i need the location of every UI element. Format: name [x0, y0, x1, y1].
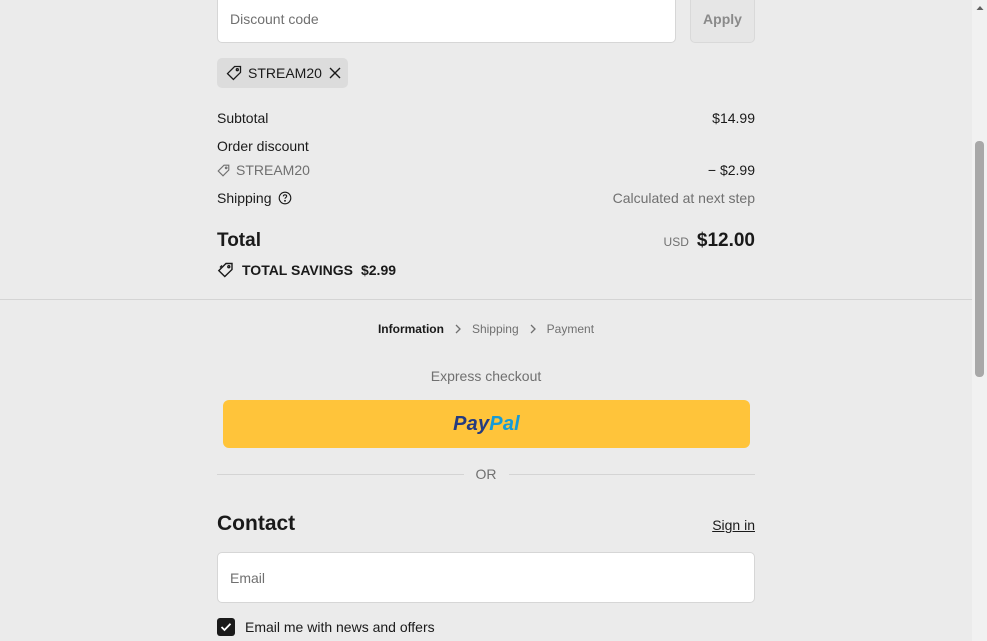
- paypal-button[interactable]: Pay Pal: [223, 400, 750, 448]
- scroll-up-arrow-icon[interactable]: [972, 0, 987, 15]
- total-row: Total USD $12.00: [217, 230, 755, 252]
- contact-title: Contact: [217, 512, 296, 535]
- total-label: Total: [217, 230, 261, 251]
- breadcrumb-shipping[interactable]: Shipping: [472, 322, 519, 336]
- contact-header: Contact Sign in: [217, 512, 755, 536]
- section-divider: [0, 299, 972, 300]
- tag-icon: [217, 164, 230, 177]
- breadcrumb-payment[interactable]: Payment: [547, 322, 594, 336]
- savings-tag-icon: [217, 262, 234, 278]
- chevron-right-icon: [529, 324, 537, 334]
- applied-discount-code: STREAM20: [248, 65, 322, 81]
- scrollbar-thumb[interactable]: [975, 141, 984, 377]
- paypal-logo-part1: Pay: [453, 412, 490, 435]
- shipping-row: Shipping Calculated at next step: [217, 190, 755, 206]
- divider-line: [508, 473, 755, 475]
- sign-in-link[interactable]: Sign in: [712, 517, 755, 533]
- currency-code: USD: [663, 235, 689, 249]
- subtotal-row: Subtotal $14.99: [217, 110, 755, 126]
- discount-code-label: STREAM20: [236, 162, 310, 178]
- chevron-right-icon: [454, 324, 462, 334]
- order-discount-label: Order discount: [217, 138, 309, 154]
- discount-detail-row: STREAM20 − $2.99: [217, 162, 755, 178]
- express-checkout-label: Express checkout: [430, 368, 542, 384]
- newsletter-label: Email me with news and offers: [245, 619, 435, 635]
- paypal-logo-part2: Pal: [489, 412, 520, 435]
- newsletter-checkbox[interactable]: [217, 618, 235, 636]
- order-discount-row: Order discount: [217, 138, 755, 154]
- discount-code-placeholder: Discount code: [230, 10, 319, 27]
- shipping-label: Shipping: [217, 190, 272, 206]
- help-icon[interactable]: [278, 191, 292, 205]
- discount-code-input[interactable]: Discount code: [217, 0, 676, 43]
- or-divider: OR: [217, 466, 755, 482]
- discount-value: − $2.99: [707, 162, 755, 178]
- shipping-value: Calculated at next step: [612, 190, 755, 206]
- newsletter-option[interactable]: Email me with news and offers: [217, 618, 435, 636]
- applied-discount-chip: STREAM20: [217, 58, 348, 88]
- subtotal-value: $14.99: [712, 110, 755, 126]
- total-savings: TOTAL SAVINGS $2.99: [217, 262, 396, 278]
- breadcrumb-information: Information: [377, 322, 444, 336]
- divider-line: [217, 473, 464, 475]
- remove-discount-icon[interactable]: [328, 66, 342, 80]
- total-value: $12.00: [696, 230, 755, 251]
- breadcrumb: Information Shipping Payment: [217, 322, 755, 336]
- email-placeholder: Email: [230, 569, 266, 586]
- apply-discount-button[interactable]: Apply: [690, 0, 755, 43]
- or-label: OR: [475, 466, 497, 482]
- savings-value: $2.99: [360, 262, 397, 278]
- savings-label: TOTAL SAVINGS: [242, 262, 353, 278]
- tag-icon: [226, 65, 242, 81]
- page-scrollbar[interactable]: [972, 0, 987, 641]
- email-field[interactable]: Email: [217, 552, 755, 603]
- subtotal-label: Subtotal: [217, 110, 269, 126]
